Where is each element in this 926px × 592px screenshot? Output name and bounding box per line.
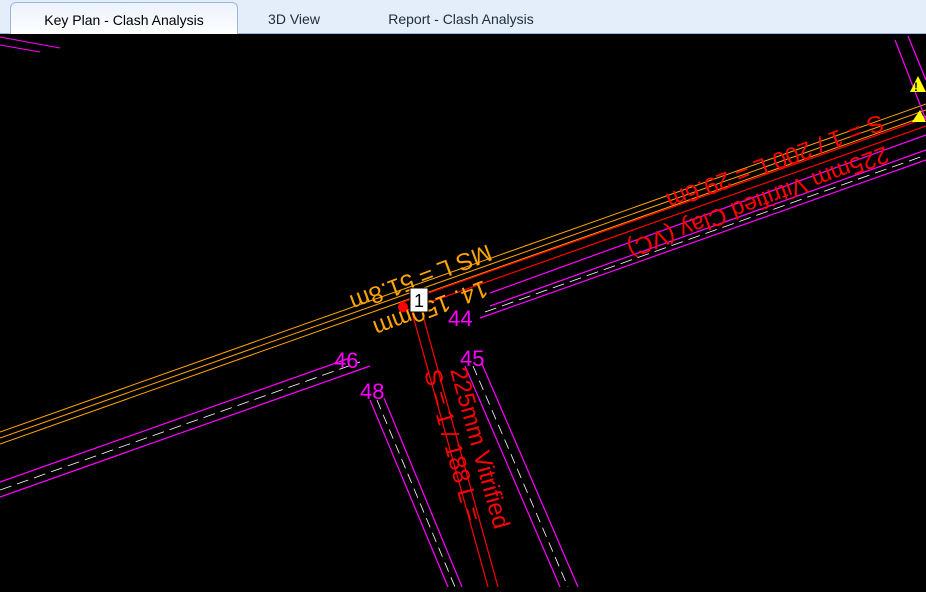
node-48-label[interactable]: 48 <box>360 379 384 404</box>
clash-point-icon <box>398 302 408 312</box>
clash-marker-label: 1 <box>414 291 424 311</box>
tab-3d-view[interactable]: 3D View <box>246 2 342 34</box>
warning-symbol: ! <box>914 80 918 94</box>
tab-report-clash-analysis[interactable]: Report - Clash Analysis <box>368 2 554 34</box>
tab-label: 3D View <box>268 11 320 27</box>
cad-drawing: MS L = 51.8m 14. 150mm S = 1 / 200 L = 2… <box>0 35 926 588</box>
node-44-label[interactable]: 44 <box>448 306 472 331</box>
cad-drawing-canvas[interactable]: MS L = 51.8m 14. 150mm S = 1 / 200 L = 2… <box>0 34 926 588</box>
pipe-labels: MS L = 51.8m 14. 150mm S = 1 / 200 L = 2… <box>346 108 892 531</box>
magenta-corridor-upper <box>0 36 61 53</box>
tab-label: Key Plan - Clash Analysis <box>44 12 204 28</box>
magenta-right-edge <box>894 35 926 121</box>
tab-key-plan-clash-analysis[interactable]: Key Plan - Clash Analysis <box>10 2 238 35</box>
tab-bar: Key Plan - Clash Analysis 3D View Report… <box>0 0 926 35</box>
node-46-label[interactable]: 46 <box>334 348 358 373</box>
node-45-label[interactable]: 45 <box>460 346 484 371</box>
tab-label: Report - Clash Analysis <box>388 11 534 27</box>
